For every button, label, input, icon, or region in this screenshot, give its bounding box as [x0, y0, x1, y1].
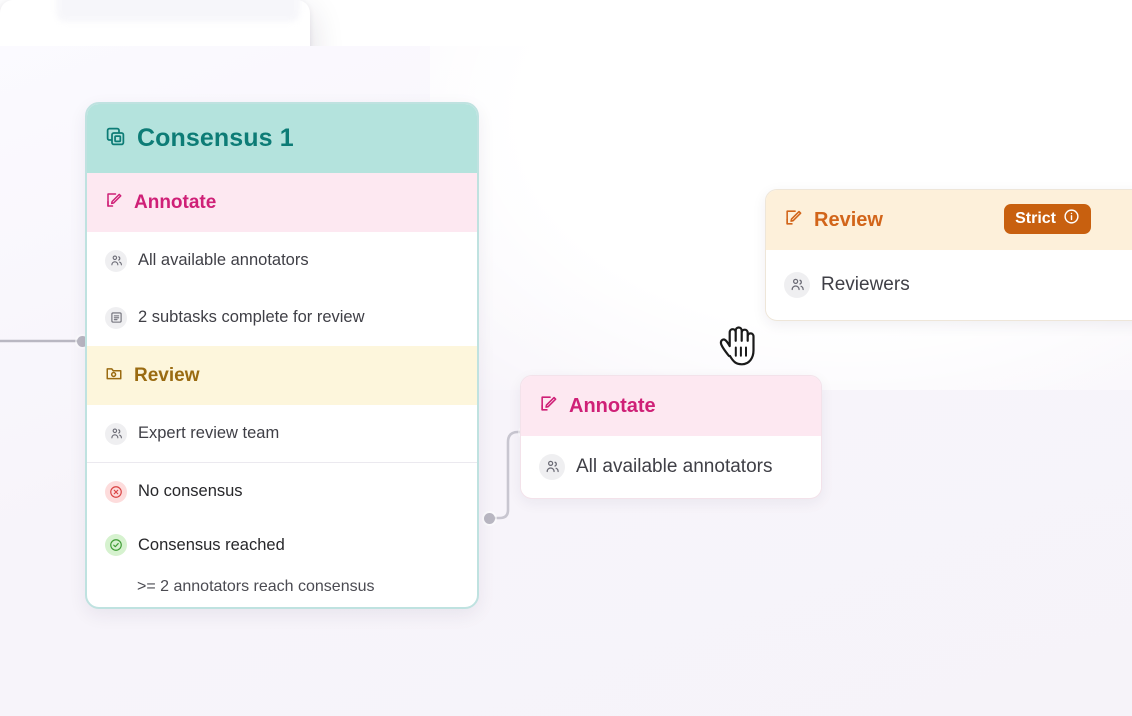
list-document-icon: [105, 306, 127, 329]
stage-annotate[interactable]: Annotate: [87, 173, 477, 232]
folder-review-icon: [105, 364, 123, 387]
detail-review-team-label: Expert review team: [138, 424, 280, 442]
port-annotate-source[interactable]: [484, 513, 495, 524]
consensus-header[interactable]: Consensus 1: [87, 104, 477, 173]
detail-subtasks-label: 2 subtasks complete for review: [138, 308, 365, 326]
floating-toolbar-ghost: [56, 0, 300, 22]
node-consensus-1[interactable]: Consensus 1 Annotate All available annot…: [85, 102, 479, 609]
outcome-consensus-reached[interactable]: Consensus reached: [87, 520, 477, 570]
people-group-icon: [105, 422, 127, 445]
edit-square-icon: [784, 208, 803, 232]
strict-badge-label: Strict: [1015, 210, 1056, 227]
review-reviewers-label: Reviewers: [821, 273, 910, 295]
info-circle-icon[interactable]: [1063, 208, 1080, 230]
stage-review[interactable]: Review: [87, 346, 477, 405]
detail-subtasks[interactable]: 2 subtasks complete for review: [87, 289, 477, 346]
outcome-no-consensus-label: No consensus: [138, 482, 243, 500]
layers-copy-icon: [105, 126, 126, 152]
stage-review-title: Review: [134, 364, 200, 386]
annotate-title: Annotate: [569, 394, 656, 417]
review-reviewers-row[interactable]: Reviewers: [766, 250, 1132, 319]
annotate-annotators-row[interactable]: All available annotators: [521, 436, 821, 497]
consensus-title: Consensus 1: [137, 124, 294, 152]
check-circle-icon: [105, 534, 127, 556]
review-title: Review: [814, 208, 883, 231]
stage-annotate-title: Annotate: [134, 191, 217, 213]
strict-badge[interactable]: Strict: [1004, 204, 1091, 234]
outcome-no-consensus[interactable]: No consensus: [87, 463, 477, 520]
detail-review-team[interactable]: Expert review team: [87, 405, 477, 462]
detail-annotators-label: All available annotators: [138, 251, 309, 269]
error-circle-icon: [105, 480, 127, 503]
edit-square-icon: [539, 394, 558, 418]
node-annotate[interactable]: Annotate All available annotators: [520, 375, 822, 499]
outcome-consensus-reached-label: Consensus reached: [138, 535, 285, 554]
annotate-header[interactable]: Annotate: [521, 376, 821, 436]
people-group-icon: [105, 249, 127, 272]
annotate-annotators-label: All available annotators: [576, 455, 773, 477]
workflow-canvas[interactable]: Consensus 1 Annotate All available annot…: [0, 0, 1132, 716]
people-group-icon: [539, 453, 565, 480]
people-group-icon: [784, 271, 810, 298]
edit-square-icon: [105, 191, 123, 214]
detail-annotators[interactable]: All available annotators: [87, 232, 477, 289]
outcome-consensus-note: >= 2 annotators reach consensus: [137, 578, 375, 595]
